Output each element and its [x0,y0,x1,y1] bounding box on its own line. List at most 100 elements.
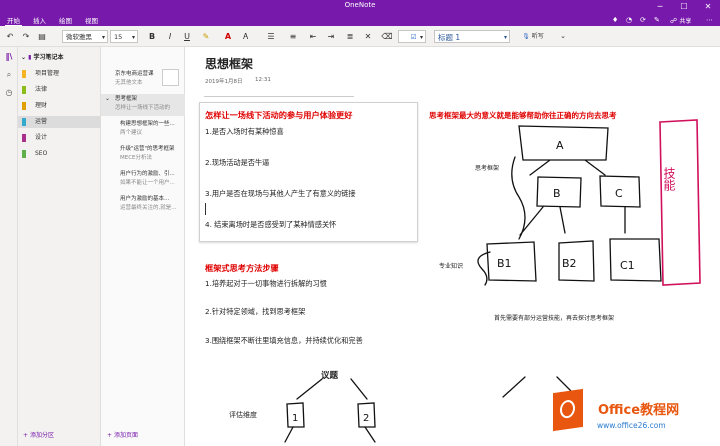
page-item-selected[interactable]: ⌄ 思考框架 怎样让一场线下活动的 [101,94,185,116]
plus-icon: + [107,432,113,439]
page-title: 思考框架 [115,96,138,102]
section-item[interactable]: 理财 [18,100,101,112]
ink-letter: B1 [497,257,512,270]
tab-draw[interactable]: 绘图 [57,15,74,25]
notification-icon[interactable]: ◔ [626,16,632,24]
ink-letter: A [556,139,564,152]
section-color [22,150,26,158]
delete-icon[interactable]: ✕ [361,30,375,43]
page-item[interactable]: 升级"运营"的思考框架 MECE分析法 [101,144,185,166]
eraser-icon[interactable]: ⌫ [380,30,394,43]
page-title: 用户行为的激励、引... [120,171,175,177]
plus-icon: + [23,432,29,439]
font-name-value: 微软雅黑 [66,33,92,41]
style-select[interactable]: 标题 1 ▾ [434,30,510,43]
section-color [22,70,26,78]
page-item[interactable]: 用户为激励的基本... 运营最终关注的,就是... [101,194,185,216]
notebooks-icon[interactable]: ‖\ [3,52,15,64]
search-icon[interactable]: ⌕ [3,70,15,82]
share-label: 共享 [679,18,692,25]
lightbulb-icon[interactable]: ♦ [612,16,618,24]
notebook-selector[interactable]: ⌄ ▮ 学习笔记本 [21,52,64,61]
page-preview: 两个建议 [120,130,143,136]
style-value: 标题 1 [438,33,461,42]
watermark-logo [553,388,583,432]
more-icon[interactable]: ⋯ [706,16,713,24]
toolbar: ↶ ↷ ▤ 微软雅黑 ▾ 15 ▾ B I U ✎ A Ꭺ ☰ ≡ ⇤ ⇥ ≣ ✕ … [0,26,720,47]
chevron-down-icon: ▾ [131,34,135,41]
tab-view[interactable]: 视图 [83,15,100,25]
outdent-icon[interactable]: ⇤ [306,30,320,43]
page-item[interactable]: 京东电商运营课 无其他文本 [101,69,185,91]
section-item[interactable]: SEO [18,148,101,160]
ink-digit: 1 [292,413,298,424]
page-canvas[interactable]: 思想框架 2019年1月8日 12:31 怎样让一场线下活动的参与用户体验更好 … [185,47,720,446]
watermark-url: www.office26.com [597,421,666,430]
underline-button[interactable]: U [181,30,193,43]
ink-arrow [529,159,606,176]
section-label: 项目管理 [35,70,60,77]
bullet-list-icon[interactable]: ☰ [262,30,280,43]
section-label: 理财 [35,102,48,109]
page-item[interactable]: 构建思想框架的一些... 两个建议 [101,119,185,141]
section-item-selected[interactable]: 运营 [18,116,101,128]
sync-icon[interactable]: ⟳ [640,16,646,24]
font-size-select[interactable]: 15 ▾ [110,30,138,43]
redo-icon[interactable]: ↷ [19,30,33,43]
share-button[interactable]: ☍ 共享 [670,16,691,25]
sections-pane: ⌄ ▮ 学习笔记本 项目管理 法律 理财 运营 设计 SEO + 添加分区 [18,47,101,446]
watermark-brand: Office教程网 [598,403,680,418]
page-title: 用户为激励的基本... [120,196,170,202]
section-item[interactable]: 项目管理 [18,68,101,80]
add-page-button[interactable]: + 添加页面 [107,430,138,439]
section-label: SEO [35,150,48,157]
page-item[interactable]: 用户行为的激励、引... 如果不能让一个用户... [101,169,185,191]
numbered-list-icon[interactable]: ≡ [284,30,302,43]
font-color-icon[interactable]: A [222,30,234,43]
undo-icon[interactable]: ↶ [3,30,17,43]
close-button[interactable]: ✕ [696,0,720,14]
indent-icon[interactable]: ⇥ [324,30,338,43]
section-color [22,118,26,126]
bold-button[interactable]: B [146,30,158,43]
share-icon: ☍ [670,17,678,25]
tag-select[interactable]: ☑ ▾ [398,30,426,43]
chevron-down-icon: ▾ [503,34,507,41]
add-page-label: 添加页面 [113,432,138,439]
window-title: OneNote [344,1,376,9]
ink-letter: C [615,187,623,200]
ink-letter: B [553,187,561,200]
nav-rail: ‖\ ⌕ ◷ [0,47,18,446]
tab-home[interactable]: 开始 [5,15,22,26]
add-section-button[interactable]: + 添加分区 [23,430,54,439]
pen-icon[interactable]: ✎ [654,16,660,24]
italic-button[interactable]: I [164,30,176,43]
font-name-select[interactable]: 微软雅黑 ▾ [62,30,108,43]
page-preview: 如果不能让一个用户... [120,180,175,186]
clear-format-icon[interactable]: Ꭺ [240,30,252,43]
checkbox-icon: ☑ [410,33,417,41]
title-bar: OneNote ─ ☐ ✕ [0,0,720,14]
minimize-button[interactable]: ─ [648,0,672,14]
dictate-button[interactable]: 🎙 听写 [514,30,552,43]
align-icon[interactable]: ≣ [343,30,357,43]
tab-insert[interactable]: 插入 [31,15,48,25]
clipboard-icon[interactable]: ▤ [36,30,48,43]
ink-drawing[interactable]: A B C B1 B2 C1 1 2 技能 [185,47,720,446]
highlight-icon[interactable]: ✎ [199,30,213,43]
ink-brace [511,156,526,240]
chevron-down-icon[interactable]: ⌄ [558,30,568,43]
recent-icon[interactable]: ◷ [3,88,15,100]
page-title: 构建思想框架的一些... [120,121,175,127]
notebook-icon: ▮ [28,54,32,61]
section-item[interactable]: 法律 [18,84,101,96]
section-label: 法律 [35,86,48,93]
maximize-button[interactable]: ☐ [672,0,696,14]
ink-box-c1 [609,238,662,282]
font-size-value: 15 [114,33,123,41]
section-item[interactable]: 设计 [18,132,101,144]
ink-arrow [284,378,376,443]
page-title: 升级"运营"的思考框架 [120,146,175,152]
page-thumbnail [162,69,179,86]
logo-ring [560,399,575,420]
